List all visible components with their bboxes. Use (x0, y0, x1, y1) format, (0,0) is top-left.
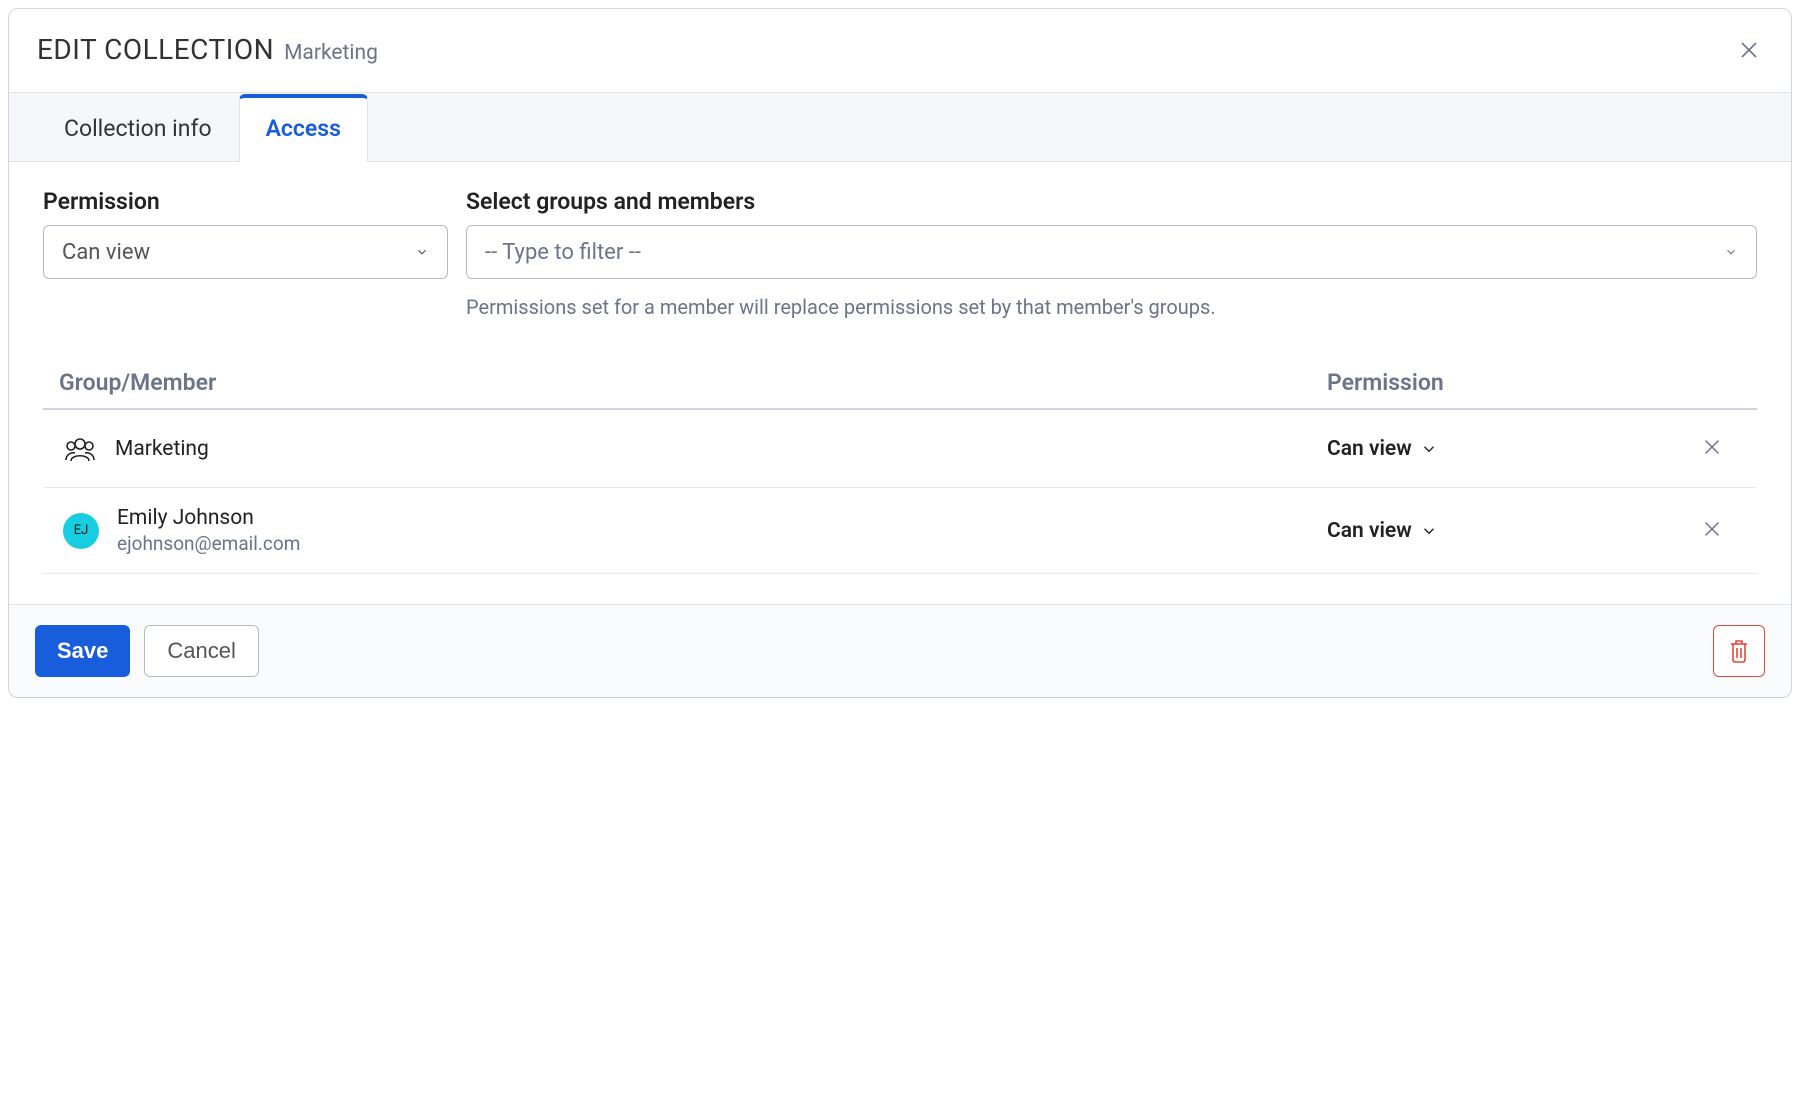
cancel-button[interactable]: Cancel (144, 625, 258, 677)
close-icon (1701, 436, 1723, 458)
filter-label: Select groups and members (466, 188, 1757, 215)
row-permission-select[interactable]: Can view (1327, 519, 1667, 543)
close-button[interactable] (1735, 36, 1763, 64)
close-icon (1701, 518, 1723, 540)
permission-label: Permission (43, 188, 448, 215)
row-action-cell (1667, 518, 1757, 544)
tab-access[interactable]: Access (239, 94, 368, 162)
row-remove-button[interactable] (1701, 518, 1723, 544)
save-button[interactable]: Save (35, 625, 130, 677)
modal-body: Permission Can view Select groups and me… (9, 162, 1791, 604)
tabs-bar: Collection info Access (9, 93, 1791, 162)
row-remove-button[interactable] (1701, 436, 1723, 462)
avatar: EJ (63, 513, 99, 549)
table-header-row: Group/Member Permission (43, 369, 1757, 410)
member-info: Emily Johnson ejohnson@email.com (117, 506, 300, 555)
modal-subtitle: Marketing (284, 41, 378, 65)
form-row: Permission Can view Select groups and me… (43, 188, 1757, 321)
row-permission-value: Can view (1327, 437, 1412, 461)
modal-title-wrap: EDIT COLLECTION Marketing (37, 33, 378, 66)
modal-footer: Save Cancel (9, 604, 1791, 697)
permission-select-value: Can view (62, 240, 150, 265)
access-table: Group/Member Permission Marketing (43, 369, 1757, 574)
row-permission-select[interactable]: Can view (1327, 437, 1667, 461)
permission-field: Permission Can view (43, 188, 448, 321)
group-icon (63, 434, 97, 464)
filter-input[interactable]: -- Type to filter -- (466, 225, 1757, 279)
permission-select[interactable]: Can view (43, 225, 448, 279)
delete-button[interactable] (1713, 625, 1765, 677)
row-action-cell (1667, 436, 1757, 462)
table-row: EJ Emily Johnson ejohnson@email.com Can … (43, 488, 1757, 574)
table-row: Marketing Can view (43, 410, 1757, 488)
modal-title: EDIT COLLECTION (37, 33, 274, 66)
row-permission-value: Can view (1327, 519, 1412, 543)
edit-collection-modal: EDIT COLLECTION Marketing Collection inf… (8, 8, 1792, 698)
row-name: Emily Johnson (117, 506, 300, 530)
trash-icon (1727, 638, 1751, 664)
row-name-cell: EJ Emily Johnson ejohnson@email.com (43, 506, 1327, 555)
filter-placeholder: -- Type to filter -- (485, 240, 641, 265)
row-email: ejohnson@email.com (117, 532, 300, 555)
row-name-cell: Marketing (43, 434, 1327, 464)
chevron-down-icon (1724, 245, 1738, 259)
close-icon (1737, 38, 1761, 62)
filter-helper-text: Permissions set for a member will replac… (466, 293, 1757, 321)
th-group-member: Group/Member (43, 369, 1327, 396)
th-action (1667, 369, 1757, 396)
avatar-initials: EJ (74, 523, 89, 538)
th-permission: Permission (1327, 369, 1667, 396)
chevron-down-icon (1420, 522, 1438, 540)
filter-field: Select groups and members -- Type to fil… (466, 188, 1757, 321)
footer-left: Save Cancel (35, 625, 259, 677)
tab-collection-info[interactable]: Collection info (37, 94, 239, 162)
row-name: Marketing (115, 437, 209, 461)
chevron-down-icon (1420, 440, 1438, 458)
chevron-down-icon (415, 245, 429, 259)
modal-header: EDIT COLLECTION Marketing (9, 9, 1791, 93)
